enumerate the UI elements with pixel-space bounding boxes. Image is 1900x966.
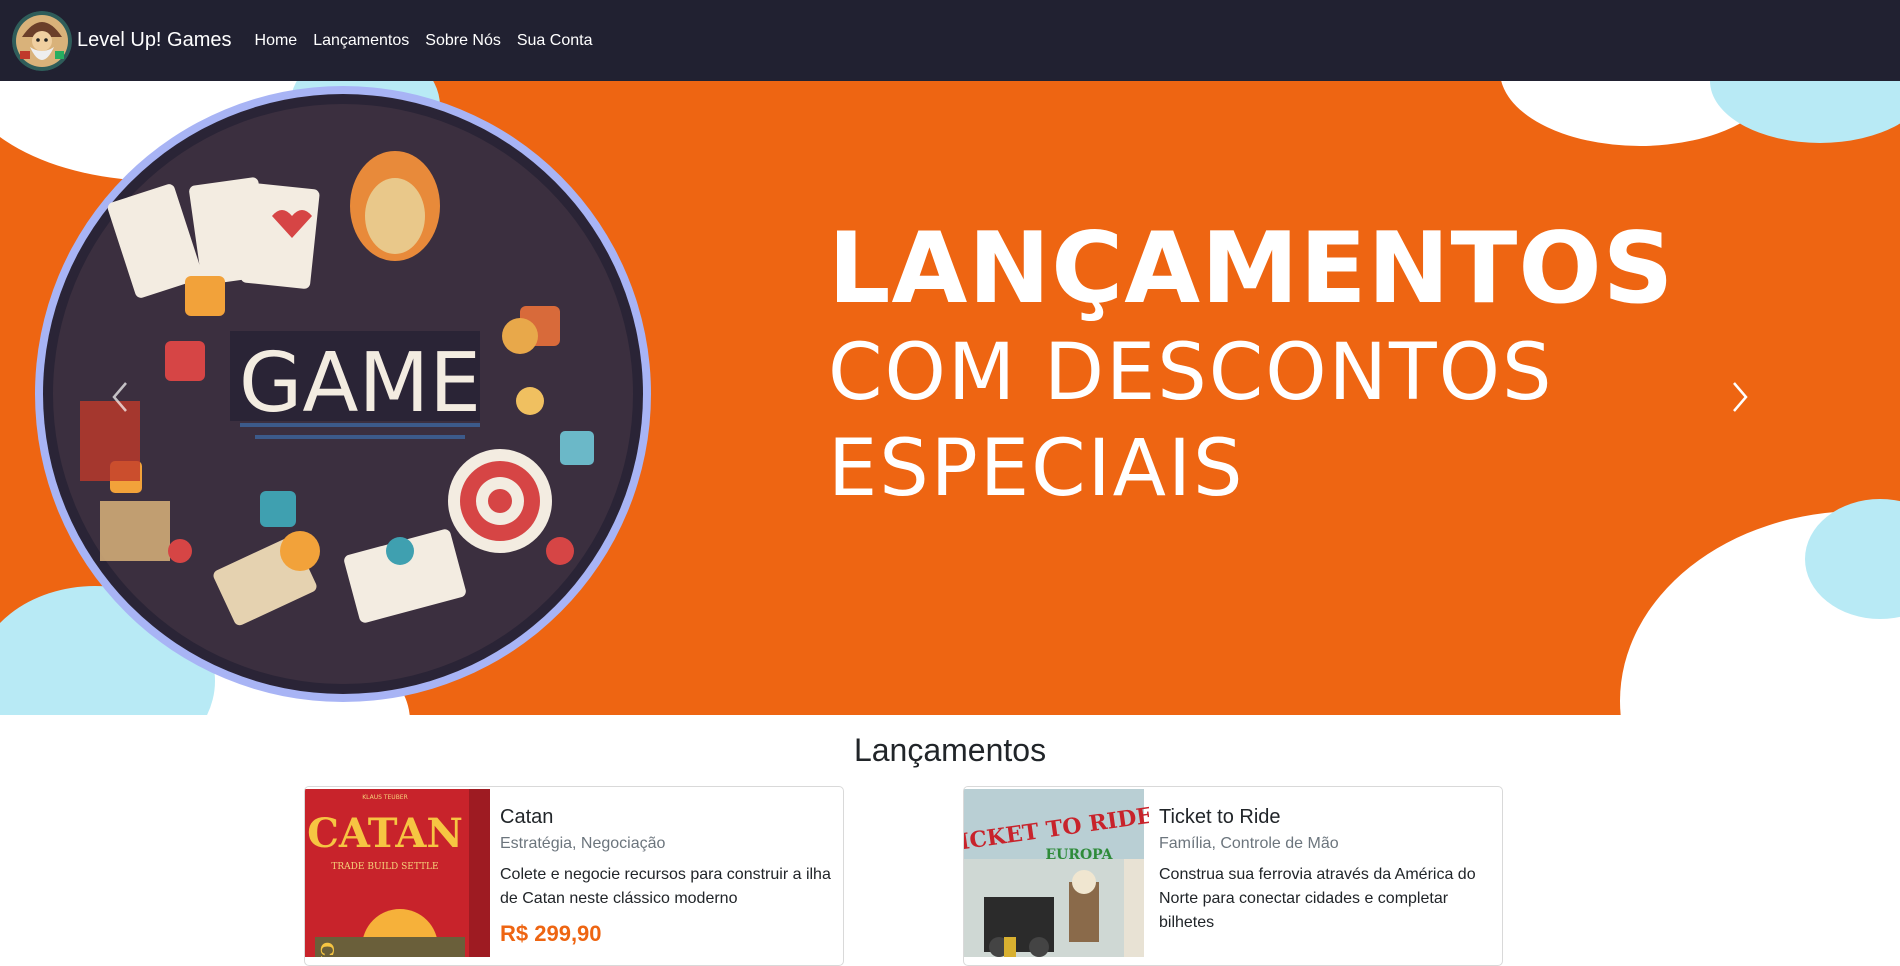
svg-text:CATAN: CATAN [316, 942, 337, 957]
catan-box-tagline: TRADE BUILD SETTLE [331, 862, 438, 872]
nav-link-sua-conta[interactable]: Sua Conta [517, 32, 593, 50]
product-card-catan[interactable]: KLAUS TEUBER CATAN TRADE BUILD SETTLE CA… [304, 786, 844, 966]
nav-link-lancamentos[interactable]: Lançamentos [313, 32, 409, 50]
hero-carousel: GAME LANÇAMENTOS COM DESCONTOS ESPECIAIS [0, 81, 1900, 715]
product-description: Construa sua ferrovia através da América… [1159, 866, 1476, 931]
hero-line-3: ESPECIAIS [828, 424, 1245, 514]
hero-line-2: COM DESCONTOS [828, 328, 1554, 418]
carousel-prev-button[interactable] [110, 381, 170, 461]
catan-box-title: CATAN [307, 810, 463, 857]
hero-headline: LANÇAMENTOS COM DESCONTOS ESPECIAIS [828, 213, 1674, 517]
ticket-box-subtitle: EUROPA [1045, 847, 1113, 863]
section-title: Lançamentos [853, 732, 1047, 768]
product-title[interactable]: Catan [500, 805, 835, 829]
chevron-left-icon [112, 382, 127, 412]
wizard-logo-icon[interactable] [12, 10, 72, 71]
hero-line-1: LANÇAMENTOS [828, 212, 1675, 326]
chevron-right-icon [1733, 382, 1748, 412]
nav-link-home[interactable]: Home [255, 32, 298, 50]
product-price: R$ 299,90 [500, 921, 602, 946]
brand-name[interactable]: Level Up! Games [77, 29, 232, 52]
svg-text:KLAUS TEUBER: KLAUS TEUBER [362, 794, 408, 801]
navbar: Level Up! Games Home Lançamentos Sobre N… [0, 0, 1900, 81]
product-categories: Família, Controle de Mão [1159, 835, 1339, 852]
hero-image-title: GAME [239, 336, 481, 431]
product-card-ticket-to-ride[interactable]: TICKET TO RIDE EUROPA Ticket to Ride Fam… [963, 786, 1503, 966]
ticket-to-ride-box-image[interactable]: TICKET TO RIDE EUROPA [964, 787, 1149, 957]
catan-box-image[interactable]: KLAUS TEUBER CATAN TRADE BUILD SETTLE CA… [305, 787, 490, 957]
nav-link-sobre-nos[interactable]: Sobre Nós [425, 32, 501, 50]
product-description: Colete e negocie recursos para construir… [500, 866, 831, 907]
carousel-next-button[interactable] [1730, 381, 1790, 461]
product-title[interactable]: Ticket to Ride [1159, 805, 1494, 829]
product-categories: Estratégia, Negociação [500, 835, 666, 852]
